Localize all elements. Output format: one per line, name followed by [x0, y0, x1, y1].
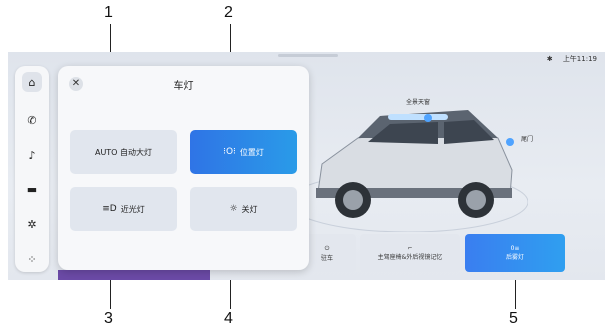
low-beam-icon: ≡D — [102, 204, 117, 214]
status-time: 上午11:19 — [562, 55, 597, 63]
tailgate-tag[interactable]: 尾门 — [521, 134, 533, 143]
bluetooth-icon: ✱ — [546, 55, 553, 63]
position-light-label: 位置灯 — [239, 147, 264, 157]
vehicle-icon[interactable]: ▬ — [22, 179, 42, 199]
tile-seat-memory-label: 主驾座椅&外后视镜记忆 — [377, 254, 443, 261]
sidebar: ⌂ ✆ ♪ ▬ ✲ ⁘ — [15, 66, 49, 272]
vehicle-illustration — [298, 110, 528, 232]
tile-seat-memory[interactable]: ⌐ 主驾座椅&外后视镜记忆 — [360, 234, 460, 272]
top-handle[interactable] — [278, 54, 338, 57]
rear-fog-icon: 0≡ — [510, 245, 520, 252]
position-light-icon: ⁝O⁝ — [223, 147, 236, 157]
callout-4: 4 — [224, 310, 233, 327]
status-bar: ✱ 上午11:19 — [547, 54, 597, 64]
auto-headlight-label: AUTO 自动大灯 — [94, 147, 153, 157]
bottom-strip — [58, 270, 210, 280]
home-icon[interactable]: ⌂ — [22, 72, 42, 92]
lights-off-button[interactable]: ☼ 关灯 — [190, 187, 297, 231]
parking-icon: ⏻ — [324, 244, 330, 252]
low-beam-label: 近光灯 — [120, 204, 145, 214]
position-light-button[interactable]: ⁝O⁝ 位置灯 — [190, 130, 297, 174]
auto-headlight-button[interactable]: AUTO 自动大灯 — [70, 130, 177, 174]
tile-rear-fog[interactable]: 0≡ 后雾灯 — [465, 234, 565, 272]
settings-icon[interactable]: ✲ — [22, 214, 42, 234]
music-icon[interactable]: ♪ — [22, 145, 42, 165]
lights-off-label: 关灯 — [241, 204, 258, 214]
apps-icon[interactable]: ⁘ — [22, 249, 42, 269]
panel-title: 车灯 — [173, 81, 194, 92]
infotainment-screen: ✱ 上午11:19 ⌂ ✆ ♪ ▬ ✲ ⁘ 全景天窗 尾门 ⏻ 驻车 ⌐ 主驾座… — [8, 52, 605, 280]
tile-parking-label: 驻车 — [320, 254, 333, 262]
sunroof-tag[interactable]: 全景天窗 — [406, 97, 430, 106]
callout-1: 1 — [104, 4, 113, 21]
callout-3: 3 — [104, 310, 113, 327]
phone-icon[interactable]: ✆ — [22, 110, 42, 130]
callout-2: 2 — [224, 4, 233, 21]
low-beam-button[interactable]: ≡D 近光灯 — [70, 187, 177, 231]
callout-5: 5 — [509, 310, 518, 327]
lights-off-icon: ☼ — [229, 204, 238, 214]
lights-panel: ✕ 车灯 AUTO 自动大灯 ⁝O⁝ 位置灯 ≡D 近光灯 ☼ 关灯 — [58, 66, 309, 270]
seat-icon: ⌐ — [407, 245, 413, 252]
tile-rear-fog-label: 后雾灯 — [505, 254, 524, 261]
